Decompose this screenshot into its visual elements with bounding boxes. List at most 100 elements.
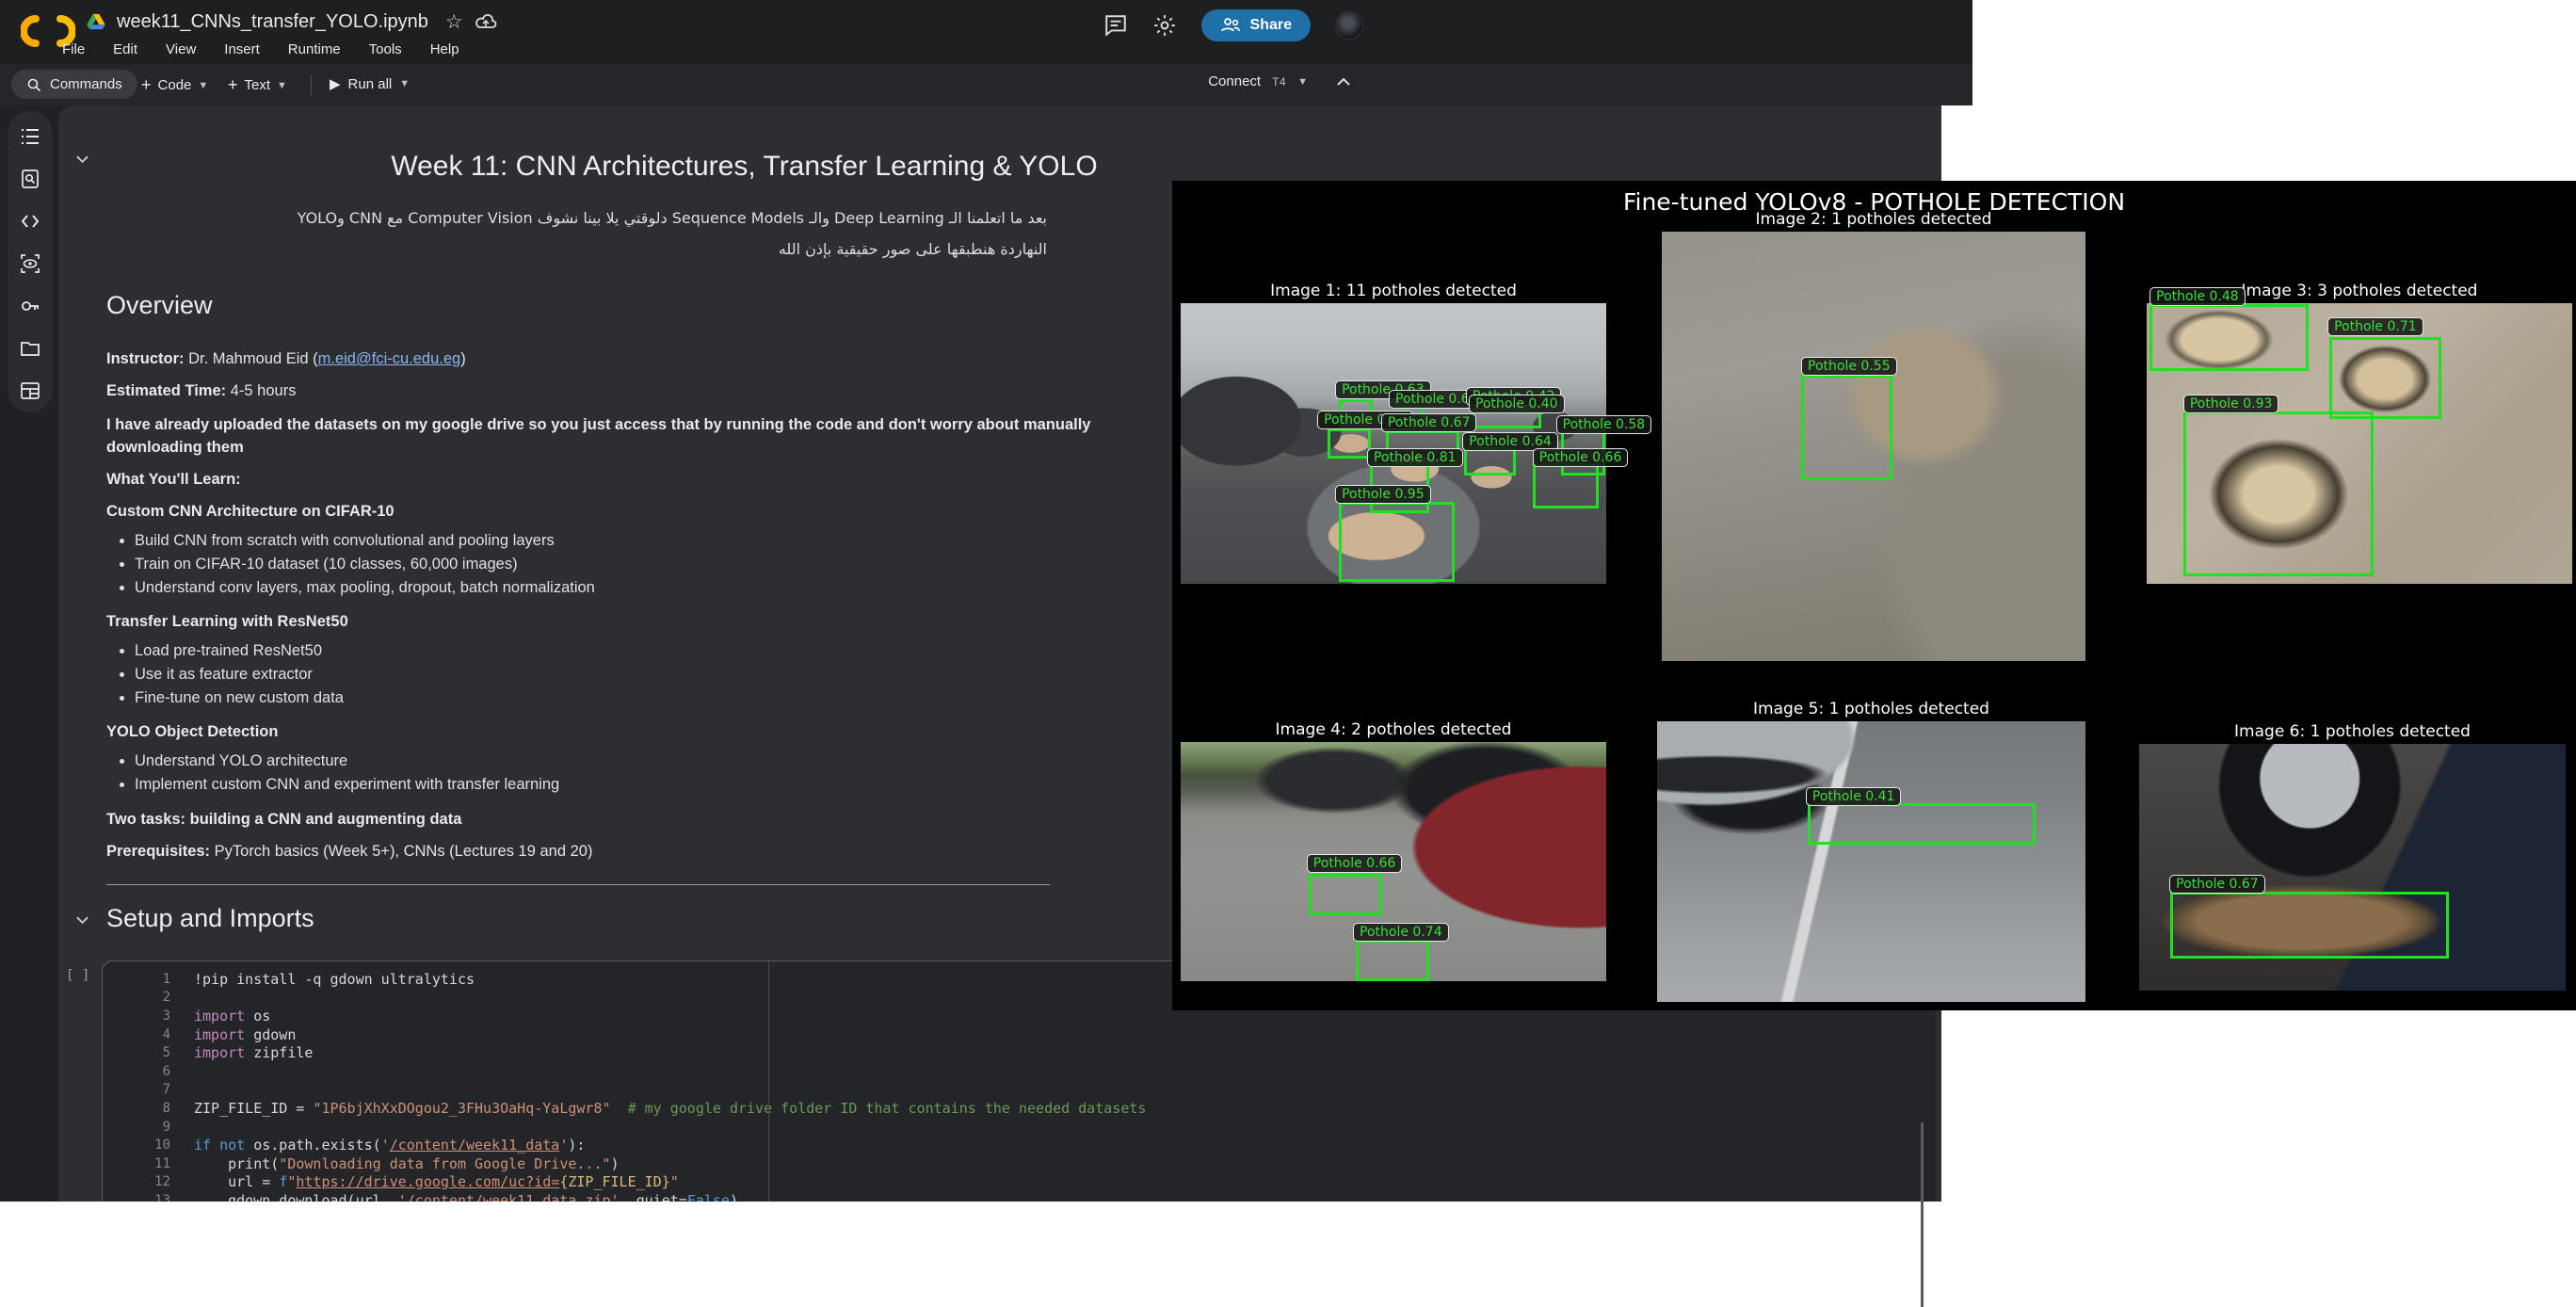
user-avatar[interactable] <box>1335 11 1363 40</box>
detection-box <box>1801 375 1892 480</box>
detection-box <box>1328 428 1371 459</box>
star-icon[interactable]: ☆ <box>445 10 463 34</box>
drive-icon <box>87 13 105 30</box>
detection-image-3: Image 3: 3 potholes detected Pothole 0.4… <box>2147 303 2572 584</box>
notebook-filename[interactable]: week11_CNNs_transfer_YOLO.ipynb <box>117 11 428 33</box>
image-caption: Image 6: 1 potholes detected <box>2139 722 2566 741</box>
vertical-scrollbar[interactable] <box>1921 1122 1924 1307</box>
code-line: 12 url = f"https://drive.google.com/uc?i… <box>103 1173 1936 1192</box>
detection-label: Pothole 0.81 <box>1367 448 1463 467</box>
detection-image-4: Image 4: 2 potholes detected Pothole 0.6… <box>1181 742 1606 981</box>
detection-image-6: Image 6: 1 potholes detected Pothole 0.6… <box>2139 744 2566 991</box>
add-text-button[interactable]: Text <box>245 77 271 93</box>
detection-label: Pothole 0.58 <box>1556 415 1652 434</box>
code-line: 6 <box>103 1062 1936 1081</box>
detection-label: Pothole 0.74 <box>1353 923 1449 942</box>
add-code-caret-icon[interactable]: ▼ <box>198 80 208 91</box>
menu-edit[interactable]: Edit <box>113 41 137 57</box>
code-line: 5import zipfile <box>103 1043 1936 1062</box>
detection-box <box>2170 892 2449 959</box>
menu-tools[interactable]: Tools <box>369 41 402 57</box>
detection-label: Pothole 0.67 <box>1381 413 1477 432</box>
run-all-caret-icon[interactable]: ▼ <box>399 78 410 89</box>
detection-box <box>1309 874 1382 915</box>
detection-label: Pothole 0.66 <box>1307 854 1403 873</box>
toolbar-divider <box>311 74 312 95</box>
detection-label: Pothole 0.40 <box>1469 395 1565 413</box>
detection-label: Pothole 0.41 <box>1806 787 1902 806</box>
share-button[interactable]: Share <box>1201 9 1311 41</box>
code-line: 4import gdown <box>103 1025 1936 1044</box>
menu-runtime[interactable]: Runtime <box>288 41 341 57</box>
instructor-email-link[interactable]: m.eid@fci-cu.edu.eg <box>318 350 461 367</box>
secrets-key-icon[interactable] <box>20 296 40 316</box>
add-text-caret-icon[interactable]: ▼ <box>277 80 287 91</box>
editor-ruler <box>768 961 769 1202</box>
add-code-button[interactable]: Code <box>158 77 192 93</box>
code-line: 10if not os.path.exists('/content/week11… <box>103 1136 1936 1154</box>
collapse-header-icon[interactable] <box>1336 77 1351 87</box>
photo-street-cars: Pothole 0.66 Pothole 0.74 <box>1181 742 1606 981</box>
image-caption: Image 1: 11 potholes detected <box>1181 282 1606 300</box>
left-sidebar <box>8 111 53 412</box>
add-code-icon: + <box>141 75 152 95</box>
share-people-icon <box>1220 18 1241 33</box>
menu-file[interactable]: File <box>62 41 85 57</box>
code-line: 13 gdown.download(url, '/content/week11_… <box>103 1191 1936 1202</box>
accelerator-badge: T4 <box>1272 75 1286 89</box>
code-line: 7 <box>103 1081 1936 1100</box>
photo-mountain-road: Pothole 0.63Pothole 0.66Pothole 0.42Poth… <box>1181 303 1606 584</box>
image-caption: Image 2: 1 potholes detected <box>1662 210 2085 229</box>
section-collapse-icon[interactable] <box>75 154 89 164</box>
menu-insert[interactable]: Insert <box>224 41 260 57</box>
run-all-button[interactable]: ▶ Run all ▼ <box>330 75 410 92</box>
detection-box <box>2149 304 2309 371</box>
detection-label: Pothole 0.55 <box>1801 357 1897 376</box>
image-caption: Image 5: 1 potholes detected <box>1657 700 2085 718</box>
app-header: week11_CNNs_transfer_YOLO.ipynb ☆ File E… <box>0 0 1972 64</box>
search-icon <box>26 77 41 92</box>
detection-box <box>2183 411 2374 576</box>
image-caption: Image 4: 2 potholes detected <box>1181 720 1606 739</box>
data-table-icon[interactable] <box>20 380 40 401</box>
section-collapse-icon[interactable] <box>75 915 89 925</box>
code-line: 8ZIP_FILE_ID = "1P6bjXhXxDOgou2_3FHu3OaH… <box>103 1099 1936 1118</box>
notebook-toolbar: Commands + Code ▼ + Text ▼ ▶ Run all ▼ C… <box>0 64 1972 105</box>
detection-box <box>1339 502 1455 582</box>
photo-pothole-closeup: Pothole 0.48Pothole 0.71Pothole 0.93 <box>2147 303 2572 584</box>
detection-label: Pothole 0.93 <box>2183 395 2279 413</box>
variable-inspector-icon[interactable] <box>20 253 40 274</box>
menu-view[interactable]: View <box>166 41 196 57</box>
detection-image-1: Image 1: 11 potholes detected Pothole 0.… <box>1181 303 1606 584</box>
comments-icon[interactable] <box>1103 13 1128 38</box>
detection-label: Pothole 0.67 <box>2169 875 2265 894</box>
detection-image-5: Image 5: 1 potholes detected Pothole 0.4… <box>1657 721 2085 1002</box>
files-folder-icon[interactable] <box>20 338 40 359</box>
detection-box <box>1356 940 1429 981</box>
find-replace-icon[interactable] <box>20 169 40 189</box>
photo-road-car-front: Pothole 0.41 <box>1657 721 2085 1002</box>
arabic-intro-line2: النهاردة هنطبقها على صور حقيقية بإذن الل… <box>106 240 1047 259</box>
code-line: 9 <box>103 1118 1936 1137</box>
cloud-save-icon[interactable] <box>475 13 497 30</box>
photo-car-wheel: Pothole 0.67 <box>2139 744 2566 991</box>
code-line: 11 print("Downloading data from Google D… <box>103 1154 1936 1173</box>
detection-box <box>2329 337 2441 419</box>
run-icon: ▶ <box>330 75 341 92</box>
commands-button[interactable]: Commands <box>11 70 137 99</box>
detection-label: Pothole 0.48 <box>2149 287 2246 306</box>
menu-bar: File Edit View Insert Runtime Tools Help <box>62 41 459 57</box>
detection-label: Pothole 0.66 <box>1533 448 1629 467</box>
photo-gravel-road: Pothole 0.55 <box>1662 232 2085 661</box>
cell-execution-indicator[interactable]: [ ] <box>66 968 89 983</box>
menu-help[interactable]: Help <box>430 41 459 57</box>
detection-box <box>1808 803 2036 845</box>
connect-caret-icon[interactable]: ▼ <box>1297 76 1308 88</box>
detection-label: Pothole 0.95 <box>1335 485 1431 504</box>
table-of-contents-icon[interactable] <box>20 126 40 147</box>
detection-image-2: Image 2: 1 potholes detected Pothole 0.5… <box>1662 232 2085 661</box>
connect-button[interactable]: Connect <box>1208 73 1261 89</box>
settings-gear-icon[interactable] <box>1152 13 1177 38</box>
datasets-note: I have already uploaded the datasets on … <box>106 413 1161 459</box>
code-snippets-icon[interactable] <box>20 211 40 232</box>
